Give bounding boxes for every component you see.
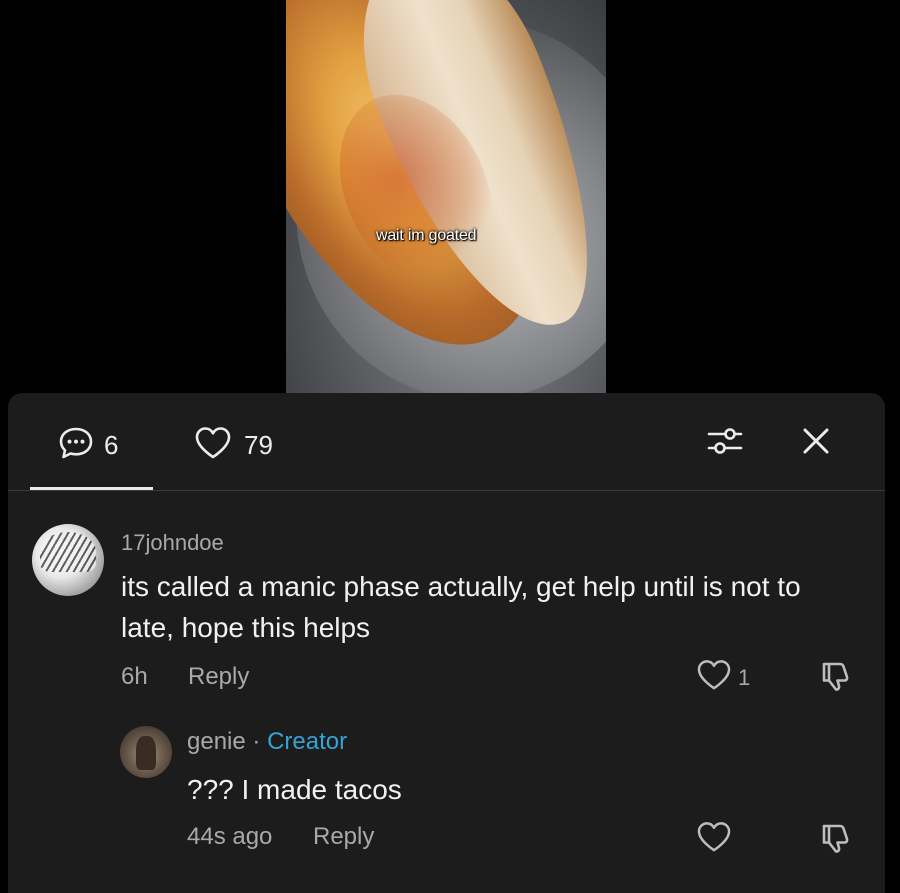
comment-like-count: 1: [738, 664, 751, 690]
reply-dislike-button[interactable]: [818, 821, 852, 860]
comment-dislike-button[interactable]: [818, 659, 852, 698]
filter-sliders-icon: [706, 424, 744, 463]
tab-likes[interactable]: 79: [194, 417, 273, 473]
sheet-header: 6 79: [8, 393, 885, 491]
thumbs-down-icon: [818, 824, 852, 859]
close-button[interactable]: [796, 423, 836, 463]
filter-button[interactable]: [705, 423, 745, 463]
reply-header: genie · Creator: [187, 728, 347, 756]
avatar-artwork: [40, 532, 96, 572]
reply-username[interactable]: genie: [187, 728, 246, 755]
video-caption: wait im goated: [376, 227, 477, 244]
comment-text: its called a manic phase actually, get h…: [121, 571, 801, 643]
tab-comments[interactable]: 6: [30, 417, 152, 473]
creator-badge: Creator: [267, 728, 348, 755]
comment-bubble-icon: [58, 426, 94, 465]
reply-button[interactable]: Reply: [188, 663, 249, 691]
reply-timestamp: 44s ago: [187, 823, 273, 850]
comments-sheet: 6 79 17johndoe its called a manic phase …: [8, 393, 885, 893]
reply-text: ??? I made tacos: [187, 774, 402, 805]
reply-button[interactable]: Reply: [313, 823, 374, 851]
heart-icon: [696, 822, 732, 857]
comment-timestamp: 6h: [121, 663, 148, 690]
heart-icon: [696, 659, 732, 696]
avatar[interactable]: [120, 726, 172, 778]
comment-count: 6: [104, 429, 119, 460]
header-divider: [8, 490, 885, 491]
comment-like-button[interactable]: 1: [696, 659, 750, 696]
heart-icon: [194, 426, 232, 465]
comment-username[interactable]: 17johndoe: [121, 530, 224, 556]
video-preview[interactable]: wait im goated: [286, 0, 606, 393]
avatar[interactable]: [32, 524, 104, 596]
separator-dot: ·: [245, 728, 268, 755]
reply-like-button[interactable]: [696, 821, 732, 858]
close-icon: [801, 426, 831, 461]
like-count: 79: [244, 429, 273, 460]
avatar-artwork: [136, 736, 156, 770]
thumbs-down-icon: [818, 662, 852, 697]
